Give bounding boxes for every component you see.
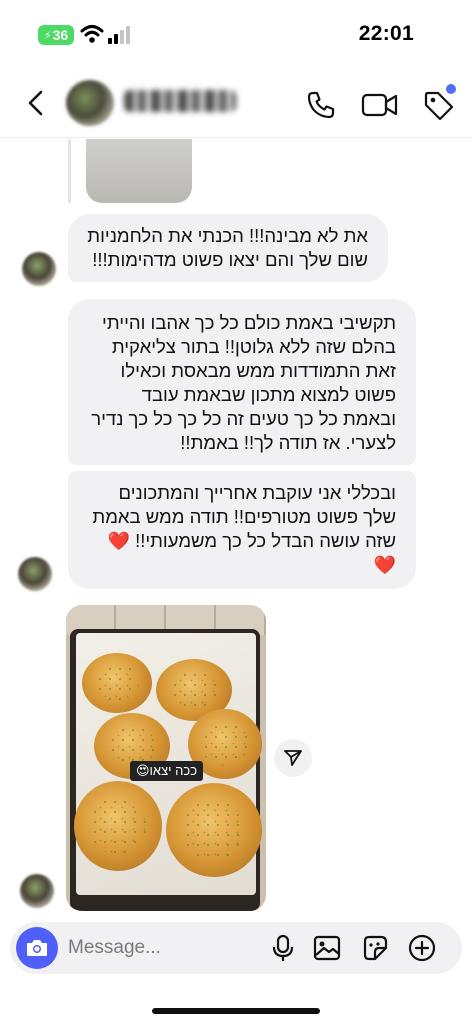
sticker-icon <box>363 935 388 961</box>
tag-icon <box>424 91 454 121</box>
clock: 22:01 <box>358 22 414 45</box>
charging-bolt-icon: ⚡ <box>43 29 52 42</box>
cellular-signal-icon <box>108 26 130 44</box>
microphone-icon <box>272 934 294 961</box>
reply-thread-line <box>68 139 71 203</box>
camera-icon <box>27 940 47 956</box>
share-button[interactable] <box>274 739 312 777</box>
message-line: שלך פשוט מטורפים!! תודה ממש באמת <box>92 506 396 527</box>
message-line-text: שזה עושה הבדל כל כך משמעותי!! <box>135 530 396 551</box>
bread-roll <box>82 653 152 713</box>
battery-level: 36 <box>52 27 69 43</box>
message-line: את לא מבינה!!! הכנתי את הלחמניות <box>87 225 368 246</box>
back-arrow-icon[interactable] <box>22 88 50 118</box>
image-icon <box>313 935 341 961</box>
video-camera-icon[interactable] <box>360 89 400 121</box>
gallery-button[interactable] <box>312 933 342 963</box>
status-bar: ⚡ 36 22:01 <box>0 0 472 68</box>
sender-avatar[interactable] <box>22 252 56 286</box>
phone-icon[interactable] <box>305 89 337 121</box>
message-bubble[interactable]: את לא מבינה!!! הכנתי את הלחמניות שום שלך… <box>68 214 388 282</box>
message-composer <box>10 922 462 974</box>
microphone-button[interactable] <box>268 933 298 963</box>
tag-button[interactable] <box>420 84 458 123</box>
send-arrow-icon <box>284 750 302 766</box>
previous-photo-message[interactable] <box>86 139 192 203</box>
heart-emoji: ❤️ <box>107 531 130 551</box>
message-line: שום שלך והם יצאו פשוט מדהימות!!! <box>92 249 368 270</box>
message-line: פשוט למצוא מתכון שבאמת עובד <box>141 384 396 405</box>
message-bubble[interactable]: תקשיבי באמת כולם כל כך אהבו והייתי בהלם … <box>68 299 416 465</box>
contact-avatar[interactable] <box>66 80 114 126</box>
bread-roll <box>74 781 162 871</box>
wifi-icon <box>80 25 104 43</box>
message-line: לצערי. אז תודה לך!! באמת!! <box>180 432 396 453</box>
battery-indicator: ⚡ 36 <box>38 25 74 45</box>
camera-button[interactable] <box>16 927 58 969</box>
message-line: זאת התמודדות ממש מבאסת וכאילו <box>120 360 396 381</box>
notification-dot <box>446 84 456 94</box>
photo-message[interactable]: ככה יצאו😍 <box>66 605 266 911</box>
sender-avatar[interactable] <box>20 874 54 908</box>
photo-caption-sticker: ככה יצאו😍 <box>130 761 204 781</box>
message-line: תקשיבי באמת כולם כל כך אהבו והייתי <box>102 312 396 333</box>
message-bubble[interactable]: ובכללי אני עוקבת אחרייך והמתכונים שלך פש… <box>68 471 416 589</box>
message-line: ❤️ <box>88 553 396 577</box>
sticker-button[interactable] <box>360 933 390 963</box>
add-button[interactable] <box>407 933 437 963</box>
bread-roll <box>166 783 262 877</box>
contact-name[interactable] <box>124 90 236 112</box>
chat-header <box>0 68 472 138</box>
message-line: ובכללי אני עוקבת אחרייך והמתכונים <box>118 482 396 503</box>
message-line: שזה עושה הבדל כל כך משמעותי!! ❤️ <box>88 529 397 553</box>
home-indicator[interactable] <box>152 1008 320 1014</box>
heart-emoji: ❤️ <box>373 555 396 575</box>
plus-circle-icon <box>408 934 436 962</box>
message-input[interactable] <box>68 932 258 964</box>
message-line: ובאמת כל כך טעים זה כל כך כל כך נדיר <box>91 408 396 429</box>
sender-avatar[interactable] <box>18 557 52 591</box>
message-thread[interactable]: את לא מבינה!!! הכנתי את הלחמניות שום שלך… <box>0 139 472 911</box>
message-line: בהלם שזה ללא גלוטן!! בתור צליאקית <box>111 336 396 357</box>
